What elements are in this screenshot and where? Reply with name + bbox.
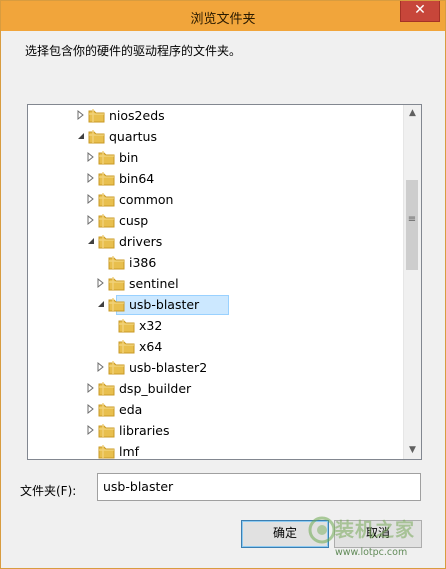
folder-icon xyxy=(108,297,126,312)
folder-icon xyxy=(98,150,116,165)
collapse-toggle-icon[interactable] xyxy=(86,235,96,247)
tree-node[interactable]: bin64 xyxy=(28,169,403,189)
collapse-toggle-icon[interactable] xyxy=(96,298,106,310)
tree-node-label: i386 xyxy=(129,255,157,270)
folder-field-label: 文件夹(F): xyxy=(20,484,77,498)
watermark-text: 装机之家 xyxy=(335,519,416,541)
tree-node[interactable]: x64 xyxy=(28,337,403,357)
tree-node-label: quartus xyxy=(109,129,157,144)
tree-node[interactable]: eda xyxy=(28,400,403,420)
tree-node[interactable]: i386 xyxy=(28,253,403,273)
tree-node-label: libraries xyxy=(119,423,170,438)
collapse-toggle-icon[interactable] xyxy=(76,130,86,142)
tree-node[interactable]: x32 xyxy=(28,316,403,336)
tree-node-label: nios2eds xyxy=(109,108,165,123)
tree-node[interactable]: lmf xyxy=(28,442,403,459)
expand-toggle-icon[interactable] xyxy=(86,172,96,184)
folder-icon xyxy=(98,213,116,228)
tree-node-label: bin64 xyxy=(119,171,155,186)
scroll-thumb[interactable]: ≡ xyxy=(406,180,418,270)
tree-node-label: dsp_builder xyxy=(119,381,192,396)
tree-node[interactable]: sentinel xyxy=(28,274,403,294)
watermark-logo-icon xyxy=(308,516,336,544)
folder-icon xyxy=(108,255,126,270)
scroll-down-button[interactable]: ▼ xyxy=(404,442,421,459)
expand-toggle-icon[interactable] xyxy=(86,193,96,205)
folder-icon xyxy=(98,423,116,438)
tree-node-label: eda xyxy=(119,402,143,417)
folder-icon xyxy=(118,318,136,333)
folder-icon xyxy=(98,402,116,417)
tree-node-label: common xyxy=(119,192,174,207)
title-bar[interactable]: 浏览文件夹 ✕ xyxy=(1,1,445,31)
tree-node-label: cusp xyxy=(119,213,149,228)
instruction-text: 选择包含你的硬件的驱动程序的文件夹。 xyxy=(25,44,242,58)
tree-node-label: usb-blaster xyxy=(129,297,200,312)
tree-node[interactable]: nios2eds xyxy=(28,106,403,126)
expand-toggle-icon[interactable] xyxy=(96,361,106,373)
folder-icon xyxy=(98,171,116,186)
tree-node[interactable]: dsp_builder xyxy=(28,379,403,399)
dialog-title: 浏览文件夹 xyxy=(190,12,256,27)
folder-name-value: usb-blaster xyxy=(103,479,174,494)
folder-icon xyxy=(108,360,126,375)
tree-node-label: x32 xyxy=(139,318,163,333)
expand-toggle-icon[interactable] xyxy=(86,151,96,163)
folder-icon xyxy=(88,129,106,144)
folder-name-input[interactable]: usb-blaster xyxy=(97,473,421,501)
browse-folder-dialog: 浏览文件夹 ✕ 选择包含你的硬件的驱动程序的文件夹。 lmf libraries e… xyxy=(0,0,446,569)
tree-node[interactable]: cusp xyxy=(28,211,403,231)
tree-node[interactable]: usb-blaster2 xyxy=(28,358,403,378)
folder-tree[interactable]: lmf libraries eda dsp_builder usb-blaster2 x6… xyxy=(27,104,422,460)
folder-icon xyxy=(88,108,106,123)
scroll-up-button[interactable]: ▲ xyxy=(404,105,421,122)
tree-node[interactable]: usb-blaster xyxy=(28,295,403,315)
tree-node[interactable]: bin xyxy=(28,148,403,168)
folder-icon xyxy=(98,234,116,249)
tree-node-label: usb-blaster2 xyxy=(129,360,208,375)
folder-icon xyxy=(98,381,116,396)
tree-node-label: bin xyxy=(119,150,139,165)
tree-node[interactable]: quartus xyxy=(28,127,403,147)
folder-icon xyxy=(98,192,116,207)
tree-node-label: x64 xyxy=(139,339,163,354)
expand-toggle-icon[interactable] xyxy=(86,424,96,436)
tree-node-label: sentinel xyxy=(129,276,179,291)
folder-icon xyxy=(98,444,116,459)
tree-node[interactable]: drivers xyxy=(28,232,403,252)
folder-icon xyxy=(108,276,126,291)
expand-toggle-icon[interactable] xyxy=(96,277,106,289)
watermark: 装机之家 www.lotpc.com xyxy=(307,513,437,565)
watermark-url: www.lotpc.com xyxy=(335,547,408,558)
tree-node[interactable]: libraries xyxy=(28,421,403,441)
vertical-scrollbar[interactable]: ▲ ≡ ▼ xyxy=(403,105,421,459)
tree-node-label: drivers xyxy=(119,234,163,249)
expand-toggle-icon[interactable] xyxy=(76,109,86,121)
tree-node-label: lmf xyxy=(119,444,140,459)
close-button[interactable]: ✕ xyxy=(400,1,440,22)
tree-node[interactable]: common xyxy=(28,190,403,210)
grip-icon: ≡ xyxy=(407,214,417,225)
expand-toggle-icon[interactable] xyxy=(86,403,96,415)
expand-toggle-icon[interactable] xyxy=(86,214,96,226)
folder-icon xyxy=(118,339,136,354)
expand-toggle-icon[interactable] xyxy=(86,382,96,394)
